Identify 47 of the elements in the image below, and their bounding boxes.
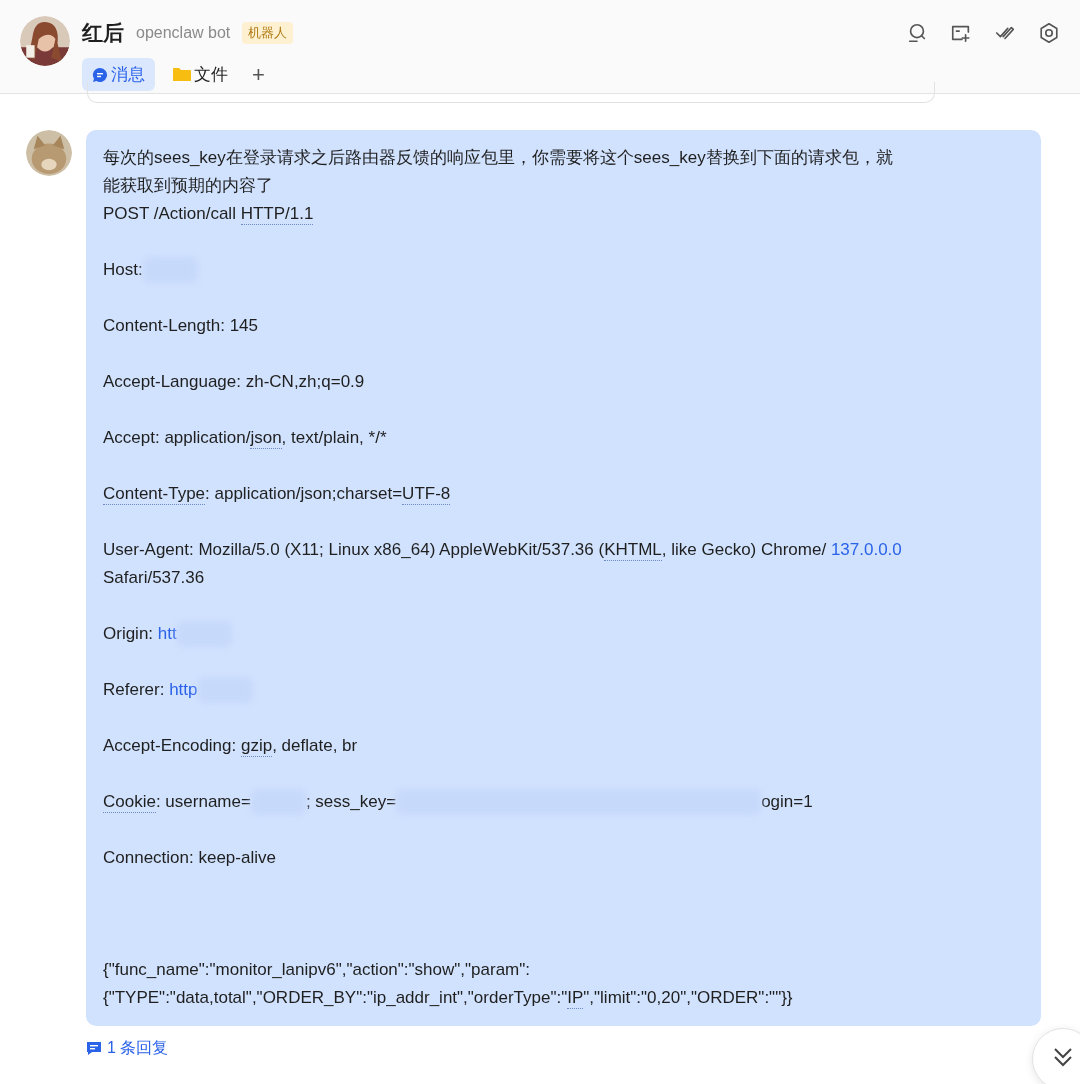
- message-link[interactable]: htt: [157, 620, 177, 648]
- message-link[interactable]: http: [169, 676, 198, 704]
- message-text: Safari/537.36: [103, 567, 205, 589]
- message-text: Accept: application/: [103, 427, 251, 449]
- double-chevron-icon: [1051, 1045, 1075, 1069]
- message-text: Connection: keep-alive: [103, 847, 276, 869]
- message-text: Referer:: [103, 679, 166, 701]
- tab[interactable]: 消息: [82, 58, 155, 91]
- underlined-word: gzip: [240, 735, 273, 757]
- message-text: Origin:: [103, 623, 155, 645]
- message-text: ","limit":"0,20","ORDER":""}}: [583, 987, 793, 1009]
- folder-icon: [173, 67, 191, 82]
- message-text: {"func_name":"monitor_lanipv6","action":"show","param":: [103, 959, 530, 981]
- message-text: User-Agent: Mozilla/5.0 (X11; Linux x86_64) AppleWebKit/537.36 (: [103, 539, 605, 561]
- chat-title: 红后: [82, 20, 124, 46]
- message-text: Host:: [103, 259, 143, 281]
- underlined-word: Cookie: [103, 791, 156, 813]
- message-text: : application/json;charset=: [205, 483, 403, 505]
- message-text: Content-Length: 145: [103, 315, 258, 337]
- tab[interactable]: 文件: [163, 58, 238, 91]
- message-text: ogin=1: [761, 791, 813, 813]
- message-link[interactable]: 137.0.0.0: [830, 536, 902, 564]
- chat-icon: [92, 66, 108, 83]
- underlined-word: UTF-8: [402, 483, 451, 505]
- message-text: 每次的sees_key在登录请求之后路由器反馈的响应包里，你需要将这个sees_key替换到下面的请求包，就: [103, 147, 893, 169]
- underlined-word: Content-Type: [103, 483, 206, 505]
- message-text: POST /Action/call: [103, 203, 237, 225]
- comment-icon: [86, 1041, 102, 1056]
- replies-link[interactable]: 1 条回复: [86, 1038, 169, 1059]
- underlined-word: IP: [567, 987, 584, 1009]
- message-text: ; sess_key=: [305, 791, 397, 813]
- underlined-word: KHTML: [604, 539, 662, 561]
- message-text: 能获取到预期的内容了: [103, 175, 273, 197]
- message-text: , text/plain, */*: [281, 427, 387, 449]
- settings-icon[interactable]: [1038, 22, 1060, 44]
- bot-subtitle: openclaw bot: [136, 24, 231, 42]
- add-tab-button[interactable]: +: [246, 61, 271, 88]
- search-icon[interactable]: [906, 22, 928, 44]
- message-text: , deflate, br: [272, 735, 358, 757]
- message-text: Accept-Language: zh-CN,zh;q=0.9: [103, 371, 365, 393]
- message-text: : username=: [155, 791, 251, 813]
- message-text: {"TYPE":"data,total","ORDER_BY":"ip_addr_int","orderType":": [103, 987, 568, 1009]
- message-text: , like Gecko) Chrome/: [661, 539, 828, 561]
- bot-badge: 机器人: [242, 22, 294, 44]
- message-text: Accept-Encoding:: [103, 735, 238, 757]
- underlined-word: HTTP/1.1: [240, 203, 314, 225]
- underlined-word: json: [250, 427, 282, 449]
